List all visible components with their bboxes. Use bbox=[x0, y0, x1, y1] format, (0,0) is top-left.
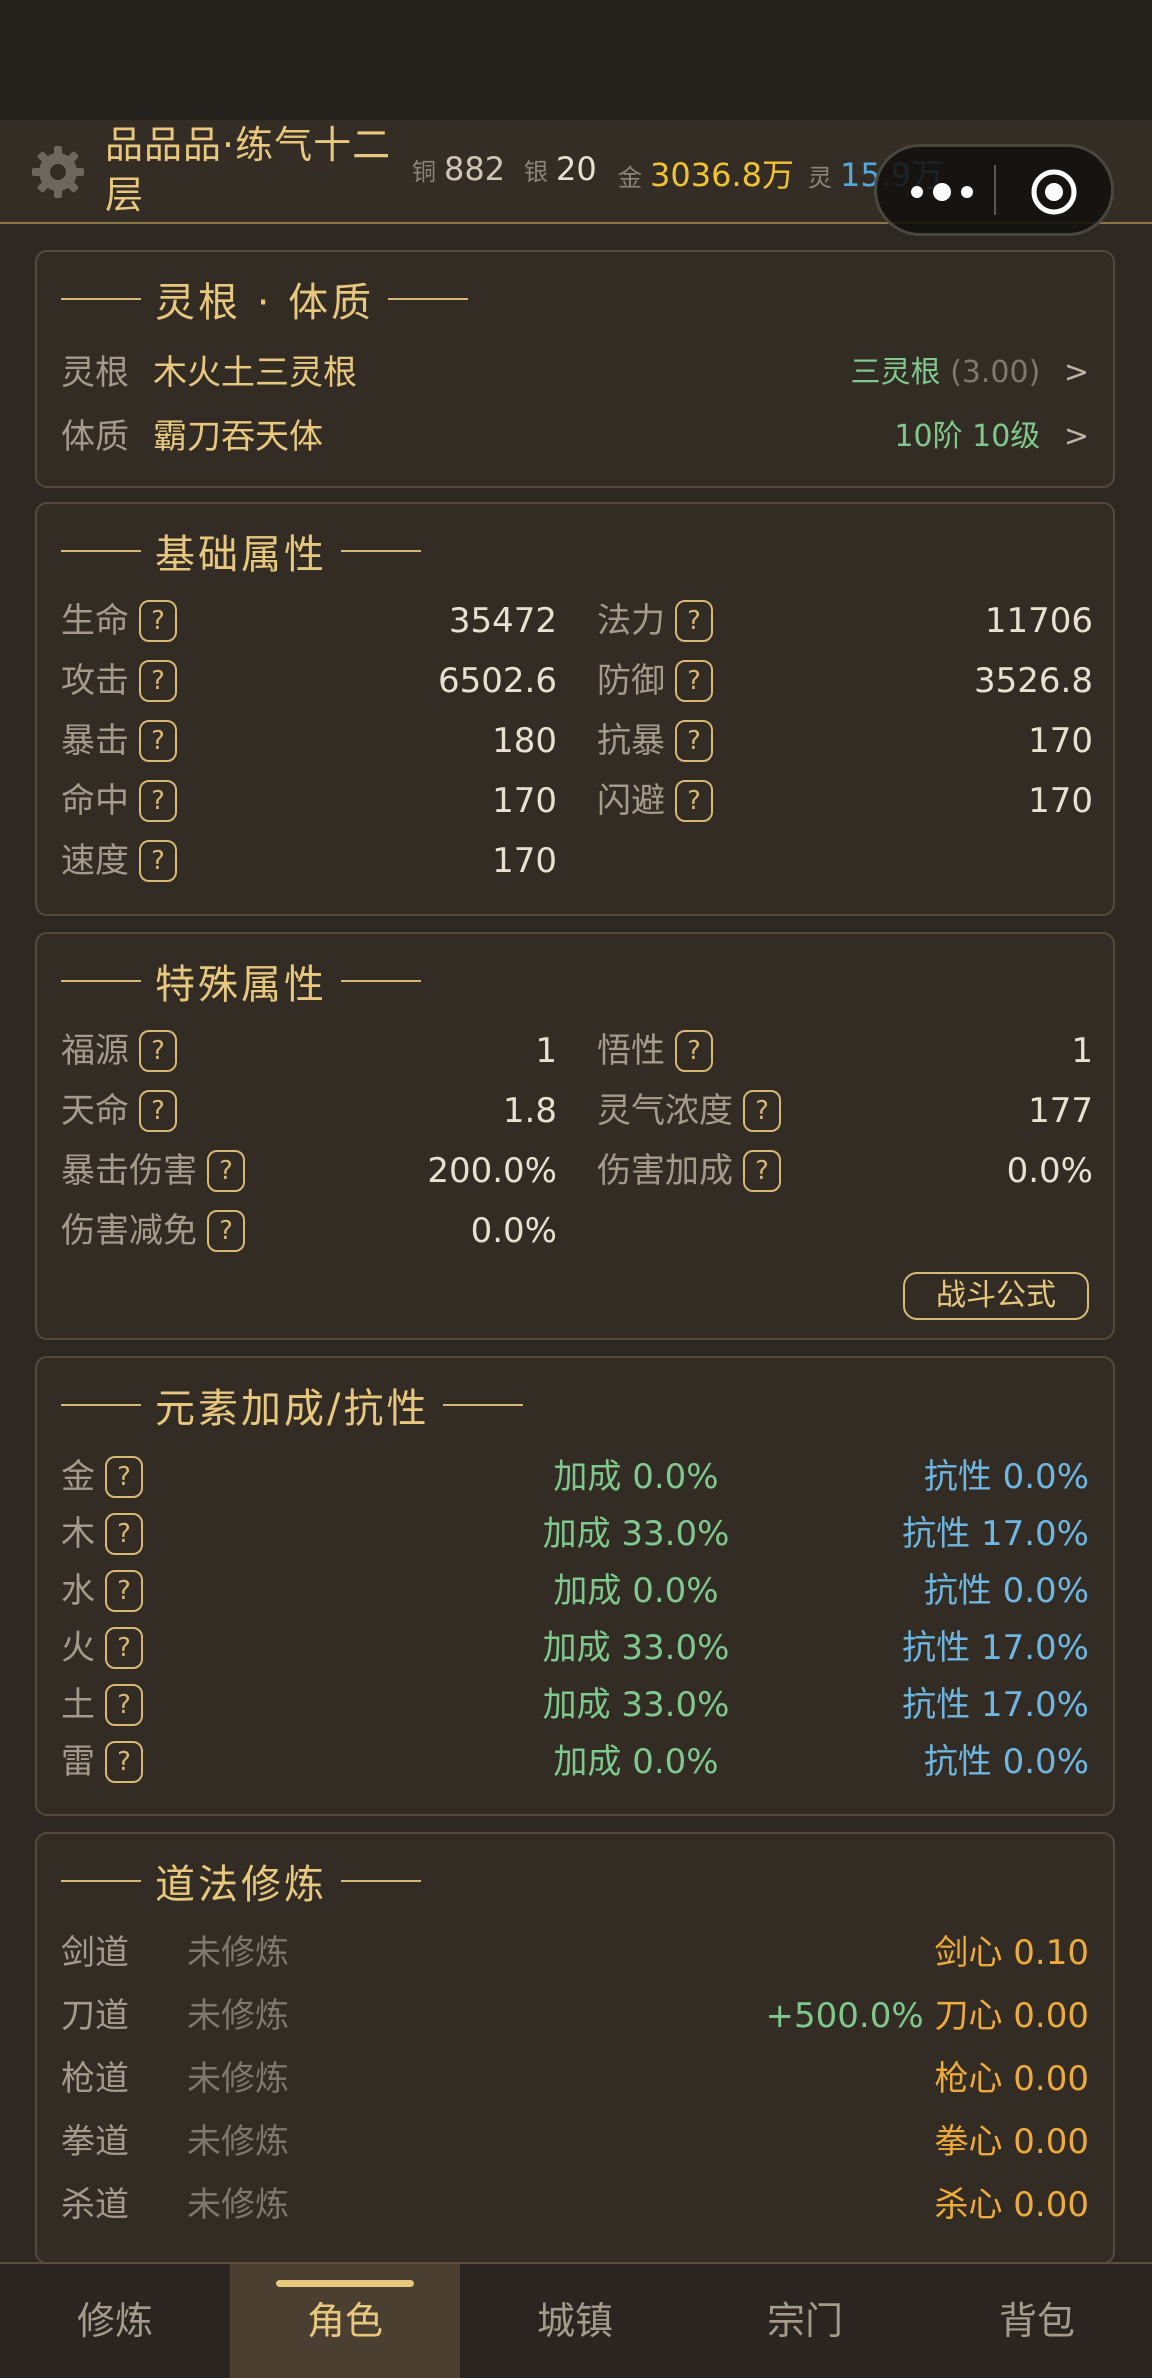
help-icon[interactable]: ? bbox=[139, 1090, 177, 1132]
capsule-divider bbox=[994, 165, 996, 215]
help-icon[interactable]: ? bbox=[675, 780, 713, 822]
tab-character[interactable]: 角色 bbox=[230, 2264, 460, 2378]
help-icon[interactable]: ? bbox=[105, 1513, 143, 1555]
help-icon[interactable]: ? bbox=[105, 1570, 143, 1612]
chevron-right-icon: > bbox=[1063, 355, 1089, 390]
help-icon[interactable]: ? bbox=[743, 1150, 781, 1192]
attr-mp: 法力? 11706 bbox=[597, 600, 1093, 642]
help-icon[interactable]: ? bbox=[139, 840, 177, 882]
help-icon[interactable]: ? bbox=[105, 1684, 143, 1726]
silver-label: 银 bbox=[524, 158, 548, 186]
attr-attack: 攻击? 6502.6 bbox=[61, 660, 557, 702]
spirit-label: 灵 bbox=[808, 164, 832, 192]
linggen-score: (3.00) bbox=[950, 355, 1041, 390]
tao-row-fist[interactable]: 拳道 未修炼 拳心 0.00 bbox=[61, 2117, 1089, 2167]
element-row-water: 水? 加成 0.0% 抗性 0.0% bbox=[61, 1570, 1089, 1612]
element-row-thunder: 雷? 加成 0.0% 抗性 0.0% bbox=[61, 1741, 1089, 1783]
tao-row-sword[interactable]: 剑道 未修炼 剑心 0.10 bbox=[61, 1928, 1089, 1978]
help-icon[interactable]: ? bbox=[139, 660, 177, 702]
attr-damage-bonus: 伤害加成? 0.0% bbox=[597, 1150, 1093, 1192]
help-icon[interactable]: ? bbox=[207, 1150, 245, 1192]
attr-defense: 防御? 3526.8 bbox=[597, 660, 1093, 702]
linggen-grade: 三灵根 bbox=[850, 355, 941, 390]
element-row-wood: 木? 加成 33.0% 抗性 17.0% bbox=[61, 1513, 1089, 1555]
elements-card: 元素加成/抗性 金? 加成 0.0% 抗性 0.0% 木? 加成 33.0% 抗… bbox=[35, 1356, 1115, 1816]
gear-icon[interactable] bbox=[28, 142, 88, 202]
section-title: 元素加成/抗性 bbox=[61, 1380, 537, 1432]
tizhi-label: 体质 bbox=[61, 417, 129, 457]
attr-speed: 速度? 170 bbox=[61, 840, 557, 882]
special-attributes-card: 特殊属性 福源? 1 悟性? 1 天命? 1.8 灵气浓度? 177 暴击伤害?… bbox=[35, 932, 1115, 1340]
tao-row-blade[interactable]: 刀道 未修炼 +500.0% 刀心 0.00 bbox=[61, 1991, 1089, 2041]
root-physique-card: 灵根 · 体质 灵根 木火土三灵根 三灵根 (3.00) > 体质 霸刀吞天体 … bbox=[35, 250, 1115, 488]
copper-label: 铜 bbox=[412, 158, 436, 186]
attr-comprehension: 悟性? 1 bbox=[597, 1030, 1093, 1072]
attr-hit: 命中? 170 bbox=[61, 780, 557, 822]
chevron-right-icon: > bbox=[1063, 419, 1089, 454]
attr-spirit-density: 灵气浓度? 177 bbox=[597, 1090, 1093, 1132]
attr-fortune: 福源? 1 bbox=[61, 1030, 557, 1072]
attr-crit-damage: 暴击伤害? 200.0% bbox=[61, 1150, 557, 1192]
tizhi-grade: 10阶 10级 bbox=[894, 419, 1041, 454]
linggen-row[interactable]: 灵根 木火土三灵根 三灵根 (3.00) > bbox=[61, 348, 1089, 398]
attr-crit-resist: 抗暴? 170 bbox=[597, 720, 1093, 762]
gold-label: 金 bbox=[618, 164, 642, 192]
tizhi-value: 霸刀吞天体 bbox=[153, 417, 323, 457]
copper-value: 882 bbox=[444, 150, 506, 188]
miniprogram-capsule bbox=[874, 144, 1114, 236]
help-icon[interactable]: ? bbox=[139, 780, 177, 822]
tao-row-spear[interactable]: 枪道 未修炼 枪心 0.00 bbox=[61, 2054, 1089, 2104]
tab-cultivate[interactable]: 修炼 bbox=[0, 2264, 230, 2378]
help-icon[interactable]: ? bbox=[675, 660, 713, 702]
attr-hp: 生命? 35472 bbox=[61, 600, 557, 642]
element-row-metal: 金? 加成 0.0% 抗性 0.0% bbox=[61, 1456, 1089, 1498]
currency-silver: 银 20 bbox=[524, 150, 597, 188]
element-row-fire: 火? 加成 33.0% 抗性 17.0% bbox=[61, 1627, 1089, 1669]
tao-row-kill[interactable]: 杀道 未修炼 杀心 0.00 bbox=[61, 2180, 1089, 2230]
attr-dodge: 闪避? 170 bbox=[597, 780, 1093, 822]
tizhi-row[interactable]: 体质 霸刀吞天体 10阶 10级 > bbox=[61, 412, 1089, 462]
linggen-label: 灵根 bbox=[61, 353, 129, 393]
help-icon[interactable]: ? bbox=[105, 1741, 143, 1783]
silver-value: 20 bbox=[556, 150, 597, 188]
section-title: 特殊属性 bbox=[61, 956, 435, 1008]
help-icon[interactable]: ? bbox=[743, 1090, 781, 1132]
currency-gold: 金 3036.8万 bbox=[618, 150, 794, 196]
help-icon[interactable]: ? bbox=[675, 1030, 713, 1072]
help-icon[interactable]: ? bbox=[105, 1456, 143, 1498]
help-icon[interactable]: ? bbox=[139, 1030, 177, 1072]
more-dots-icon[interactable] bbox=[907, 177, 977, 207]
currency-copper: 铜 882 bbox=[412, 150, 505, 188]
attr-crit: 暴击? 180 bbox=[61, 720, 557, 762]
tab-character-label: 角色 bbox=[306, 2299, 383, 2343]
attr-damage-reduction: 伤害减免? 0.0% bbox=[61, 1210, 557, 1252]
help-icon[interactable]: ? bbox=[105, 1627, 143, 1669]
section-title: 灵根 · 体质 bbox=[61, 274, 482, 326]
active-tab-indicator bbox=[276, 2280, 414, 2287]
section-title: 基础属性 bbox=[61, 526, 435, 578]
bottom-tab-bar: 修炼 角色 城镇 宗门 背包 bbox=[0, 2262, 1152, 2378]
tab-town[interactable]: 城镇 bbox=[460, 2264, 690, 2378]
help-icon[interactable]: ? bbox=[139, 600, 177, 642]
target-icon[interactable] bbox=[1029, 167, 1079, 217]
tab-sect[interactable]: 宗门 bbox=[690, 2264, 920, 2378]
attr-destiny: 天命? 1.8 bbox=[61, 1090, 557, 1132]
help-icon[interactable]: ? bbox=[139, 720, 177, 762]
section-title: 道法修炼 bbox=[61, 1856, 435, 1908]
status-bar bbox=[0, 0, 1152, 120]
help-icon[interactable]: ? bbox=[207, 1210, 245, 1252]
help-icon[interactable]: ? bbox=[675, 600, 713, 642]
combat-formula-button[interactable]: 战斗公式 bbox=[903, 1272, 1089, 1320]
gold-value: 3036.8万 bbox=[650, 156, 794, 194]
tao-cultivation-card: 道法修炼 剑道 未修炼 剑心 0.10 刀道 未修炼 +500.0% 刀心 0.… bbox=[35, 1832, 1115, 2264]
basic-attributes-card: 基础属性 生命? 35472 法力? 11706 攻击? 6502.6 防御? … bbox=[35, 502, 1115, 916]
linggen-value: 木火土三灵根 bbox=[153, 353, 357, 393]
tab-bag[interactable]: 背包 bbox=[922, 2264, 1152, 2378]
character-title: 品品品·练气十二层 bbox=[105, 123, 392, 217]
element-row-earth: 土? 加成 33.0% 抗性 17.0% bbox=[61, 1684, 1089, 1726]
help-icon[interactable]: ? bbox=[675, 720, 713, 762]
